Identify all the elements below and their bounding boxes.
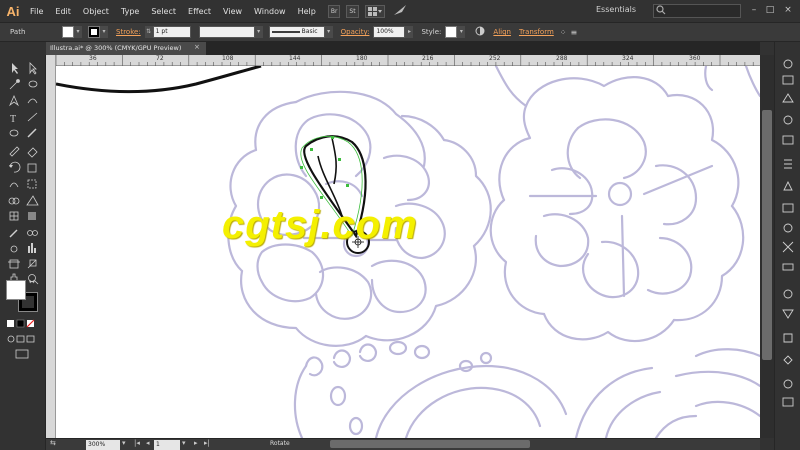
document-tab[interactable]: Illustra.ai* @ 300% (CMYK/GPU Preview): [46, 42, 206, 55]
dock-icons: [782, 59, 794, 407]
minimize-icon[interactable]: –: [748, 4, 760, 16]
variable-width-profile[interactable]: [198, 26, 255, 38]
stock-button[interactable]: St: [346, 4, 359, 18]
last-artboard-icon[interactable]: ▸|: [204, 439, 210, 447]
stroke-weight-stepper[interactable]: ⇅: [144, 26, 153, 38]
brush-stroke-icon: [271, 31, 300, 33]
menu-effect[interactable]: Effect: [182, 7, 217, 16]
transform-link[interactable]: Transform: [519, 28, 554, 36]
close-icon[interactable]: ×: [782, 4, 794, 16]
stroke-weight-field[interactable]: 1 pt: [152, 26, 191, 38]
search-icon: [656, 5, 666, 15]
isolate-icon[interactable]: ⁘: [560, 28, 567, 37]
horizontal-scroll-thumb[interactable]: [330, 440, 530, 448]
artboard-dropdown-icon[interactable]: ▾: [182, 439, 186, 447]
control-bar: Path ▾ ▾ Stroke: ⇅ 1 pt ▾ Basic ▾ Opacit…: [0, 22, 800, 42]
opacity-field[interactable]: 100%: [373, 26, 406, 38]
bridge-button[interactable]: Br: [327, 4, 341, 18]
zoom-dropdown-icon[interactable]: ▾: [122, 439, 126, 447]
fill-swatch-front[interactable]: [6, 280, 26, 300]
variable-width-dropdown[interactable]: ▾: [254, 26, 263, 38]
align-link[interactable]: Align: [493, 28, 511, 36]
menu-help[interactable]: Help: [292, 7, 322, 16]
menu-select[interactable]: Select: [145, 7, 182, 16]
search-input[interactable]: [653, 4, 741, 18]
stroke-label[interactable]: Stroke:: [116, 28, 141, 36]
first-artboard-icon[interactable]: |◂: [134, 439, 140, 447]
document-tab-close-icon[interactable]: ×: [194, 43, 200, 51]
tools-panel: T: [0, 55, 46, 450]
zoom-field[interactable]: 300%: [86, 440, 120, 450]
menu-window[interactable]: Window: [248, 7, 292, 16]
vertical-ruler: [46, 55, 56, 438]
next-artboard-icon[interactable]: ▸: [194, 439, 198, 447]
opacity-dropdown[interactable]: ▸: [405, 26, 414, 38]
status-tool-name: Rotate: [270, 440, 290, 447]
graphic-style-swatch[interactable]: [445, 26, 458, 38]
color-icon: [783, 59, 793, 69]
brush-dropdown[interactable]: ▾: [324, 26, 333, 38]
fill-dropdown[interactable]: ▾: [74, 26, 82, 38]
arrange-documents-button[interactable]: [364, 4, 385, 18]
stroke-dropdown[interactable]: ▾: [100, 26, 108, 38]
vertical-scroll-thumb[interactable]: [762, 110, 772, 360]
menu-edit[interactable]: Edit: [49, 7, 77, 16]
selection-type-label: Path: [10, 28, 26, 36]
menu-type[interactable]: Type: [115, 7, 145, 16]
tools-icons: T: [7, 62, 39, 359]
recolor-artwork-icon[interactable]: [475, 26, 485, 38]
grid-icon: [367, 6, 382, 16]
app-logo: Ai: [6, 3, 20, 19]
illustrator-window: Ai File Edit Object Type Select Effect V…: [0, 0, 800, 450]
artwork: [56, 66, 760, 438]
gpu-performance-icon[interactable]: [393, 4, 407, 18]
menu-file[interactable]: File: [24, 7, 49, 16]
panel-menu-icon[interactable]: ≡: [571, 28, 578, 37]
artboard-number-field[interactable]: 1: [154, 440, 180, 450]
stroke-icon: [89, 27, 99, 37]
maximize-icon[interactable]: □: [764, 4, 776, 16]
menu-object[interactable]: Object: [77, 7, 115, 16]
status-options-icon[interactable]: ⇆: [50, 439, 56, 447]
stroke-color-swatch[interactable]: [88, 26, 100, 38]
artboard-canvas[interactable]: [56, 66, 760, 438]
opacity-label[interactable]: Opacity:: [341, 28, 370, 36]
swap-fill-stroke-icon[interactable]: ↔: [29, 278, 35, 286]
style-label: Style:: [421, 28, 442, 36]
menu-view[interactable]: View: [217, 7, 248, 16]
horizontal-ruler: 36 72 108 144 180 216 252 288 324 360: [56, 55, 760, 66]
panel-dock: [774, 42, 800, 450]
brush-definition-field[interactable]: Basic: [268, 26, 325, 38]
workspace-switcher[interactable]: Essentials: [596, 5, 636, 14]
svg-text:T: T: [10, 114, 16, 125]
fill-color-swatch[interactable]: [62, 26, 74, 38]
graphic-style-dropdown[interactable]: ▾: [457, 26, 466, 38]
previous-artboard-icon[interactable]: ◂: [146, 439, 150, 447]
ruler-ticks: [56, 55, 754, 66]
